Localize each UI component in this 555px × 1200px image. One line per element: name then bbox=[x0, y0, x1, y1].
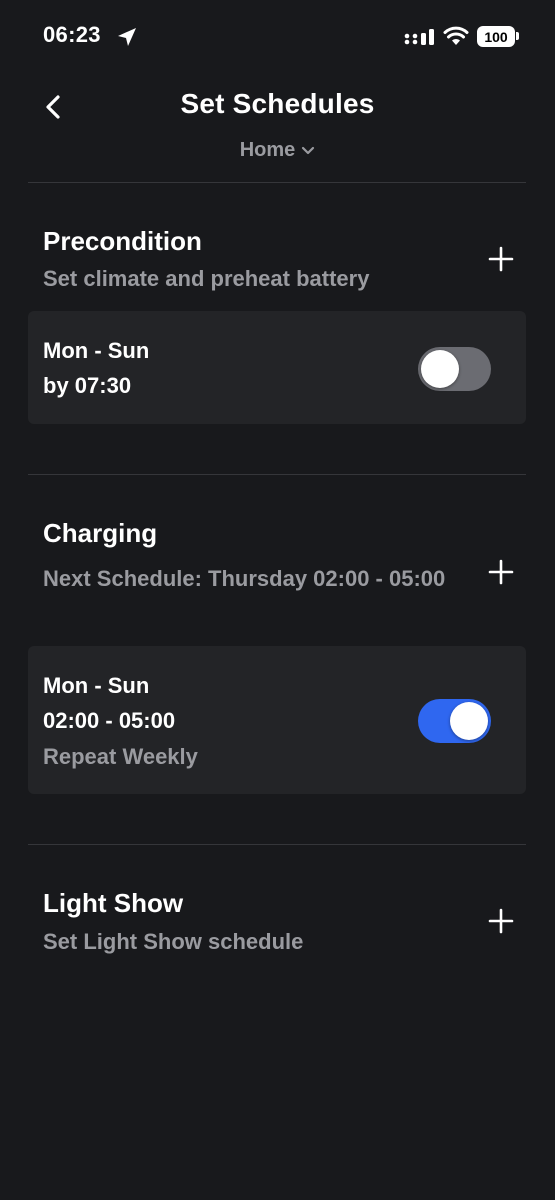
charging-days: Mon - Sun bbox=[43, 673, 150, 698]
plus-icon bbox=[488, 908, 514, 934]
cellular-signal-icon bbox=[404, 29, 434, 45]
light-show-title: Light Show bbox=[43, 888, 184, 918]
precondition-days: Mon - Sun bbox=[43, 338, 150, 363]
location-arrow-icon bbox=[118, 28, 136, 46]
plus-icon bbox=[488, 559, 514, 585]
precondition-time: by 07:30 bbox=[43, 373, 132, 398]
charging-time: 02:00 - 05:00 bbox=[43, 708, 176, 733]
precondition-toggle[interactable] bbox=[418, 347, 491, 391]
charging-toggle[interactable] bbox=[418, 699, 491, 743]
add-charging-button[interactable] bbox=[486, 557, 516, 587]
divider bbox=[28, 844, 526, 845]
charging-title: Charging bbox=[43, 518, 158, 548]
toggle-knob bbox=[450, 702, 488, 740]
location-selector[interactable]: Home bbox=[0, 139, 555, 162]
wifi-icon bbox=[443, 26, 469, 45]
light-show-subtitle: Set Light Show schedule bbox=[43, 929, 304, 954]
status-time: 06:23 bbox=[43, 22, 101, 47]
battery-cap bbox=[516, 32, 519, 40]
charging-repeat: Repeat Weekly bbox=[43, 744, 198, 769]
chevron-down-icon bbox=[302, 146, 315, 154]
battery-indicator: 100 bbox=[477, 26, 515, 47]
page-title: Set Schedules bbox=[180, 88, 375, 119]
plus-icon bbox=[488, 246, 514, 272]
charging-subtitle: Next Schedule: Thursday 02:00 - 05:00 bbox=[43, 566, 446, 591]
precondition-subtitle: Set climate and preheat battery bbox=[43, 266, 370, 291]
add-light-show-button[interactable] bbox=[486, 906, 516, 936]
location-label: Home bbox=[239, 139, 296, 161]
divider bbox=[28, 474, 526, 475]
toggle-knob bbox=[421, 350, 459, 388]
precondition-title: Precondition bbox=[43, 226, 202, 256]
divider bbox=[28, 182, 526, 183]
add-precondition-button[interactable] bbox=[486, 244, 516, 274]
